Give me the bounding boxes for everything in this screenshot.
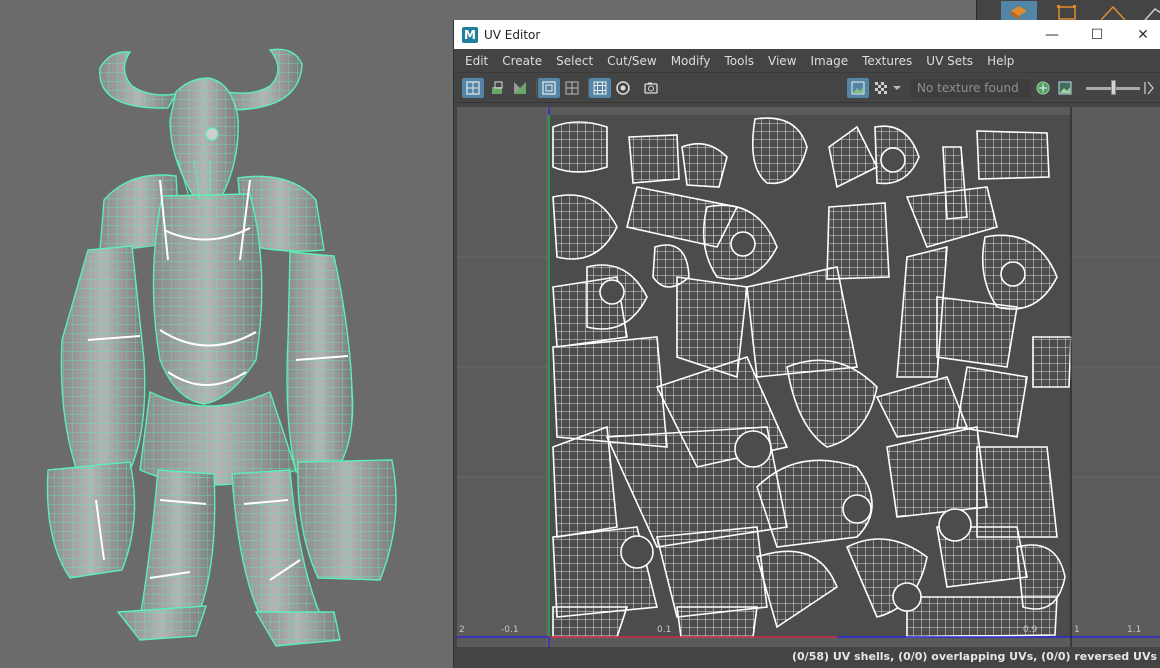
menu-modify[interactable]: Modify — [664, 49, 718, 73]
axis-label: 1 — [1074, 625, 1080, 635]
plane-select-shelf-icon[interactable] — [1049, 1, 1085, 20]
menu-cut-sew[interactable]: Cut/Sew — [600, 49, 664, 73]
status-bar: (0/58) UV shells, (0/0) overlapping UVs,… — [454, 647, 1160, 668]
menu-edit[interactable]: Edit — [458, 49, 495, 73]
axis-label: 0.9 — [1023, 625, 1038, 635]
menu-bar: Edit Create Select Cut/Sew Modify Tools … — [454, 49, 1160, 73]
menu-select[interactable]: Select — [549, 49, 600, 73]
3d-viewport[interactable] — [0, 0, 454, 668]
uv-editor-window[interactable]: M UV Editor — ☐ ✕ Edit Create Select Cut… — [453, 20, 1160, 668]
texture-icon[interactable] — [1032, 78, 1054, 98]
circle-dot-icon[interactable] — [612, 78, 634, 98]
menu-view[interactable]: View — [761, 49, 803, 73]
window-titlebar[interactable]: M UV Editor — ☐ ✕ — [454, 20, 1160, 49]
exposure-slider-handle[interactable] — [1111, 80, 1116, 95]
uv-layout — [457, 107, 1160, 647]
menu-textures[interactable]: Textures — [855, 49, 919, 73]
next-icon[interactable] — [1140, 78, 1158, 98]
character-wireframe-model — [46, 48, 397, 647]
menu-uv-sets[interactable]: UV Sets — [919, 49, 980, 73]
checker-icon[interactable] — [870, 78, 892, 98]
cube-shelf-icon[interactable] — [1001, 1, 1037, 20]
uv-distort-icon[interactable] — [509, 78, 531, 98]
maximize-icon[interactable]: ☐ — [1074, 20, 1120, 49]
minimize-icon[interactable]: — — [1029, 20, 1075, 49]
window-title: UV Editor — [484, 27, 541, 42]
axis-label: 2 — [459, 625, 465, 635]
dropdown-arrow-icon[interactable] — [890, 78, 904, 98]
menu-create[interactable]: Create — [495, 49, 549, 73]
menu-tools[interactable]: Tools — [717, 49, 761, 73]
checker-select-icon[interactable] — [589, 78, 611, 98]
uv-shell-icon[interactable] — [462, 78, 484, 98]
uv-status-text: (0/58) UV shells, (0/0) overlapping UVs,… — [792, 650, 1157, 663]
image-display-icon[interactable] — [847, 78, 869, 98]
snapshot-icon[interactable] — [640, 78, 662, 98]
frame-icon[interactable] — [538, 78, 560, 98]
menu-image[interactable]: Image — [804, 49, 856, 73]
shelf-bar — [976, 0, 1160, 21]
uv-toolbar: No texture found — [454, 73, 1160, 103]
close-icon[interactable]: ✕ — [1120, 20, 1160, 49]
axis-label: 1.1 — [1127, 625, 1142, 635]
axis-label: -0.1 — [501, 625, 519, 635]
image-toggle-icon[interactable] — [1054, 78, 1076, 98]
menu-help[interactable]: Help — [980, 49, 1021, 73]
maya-app-icon: M — [462, 26, 478, 43]
cone-shelf-icon[interactable] — [1095, 1, 1131, 21]
grid-icon[interactable] — [561, 78, 583, 98]
sphere-shelf-icon[interactable] — [1141, 1, 1160, 21]
texture-field[interactable]: No texture found — [911, 79, 1031, 98]
uv-canvas[interactable]: 2 -0.1 0.1 0.9 1 1.1 — [457, 107, 1160, 647]
uv-shell-alt-icon[interactable] — [486, 78, 508, 98]
axis-label: 0.1 — [657, 625, 672, 635]
